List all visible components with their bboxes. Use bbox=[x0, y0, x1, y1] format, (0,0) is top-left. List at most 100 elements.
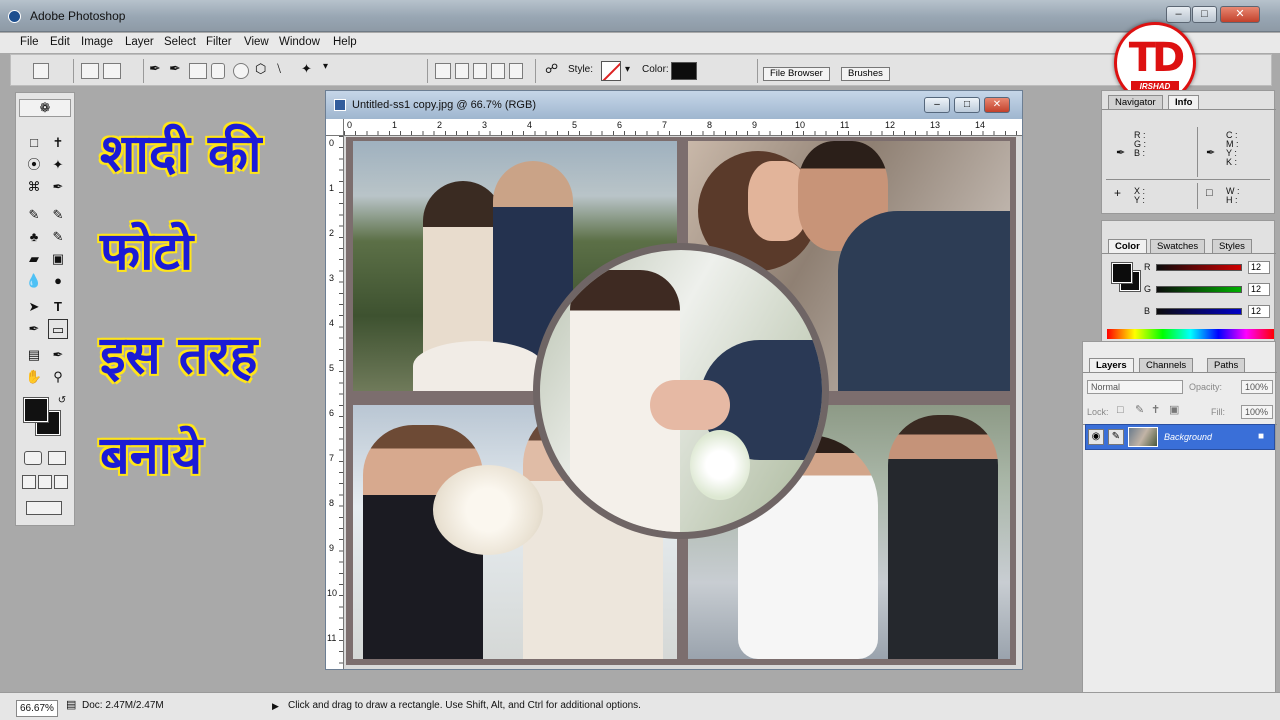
magic-wand-tool-icon[interactable]: ✦ bbox=[48, 155, 68, 175]
blend-mode-select[interactable]: Normal bbox=[1087, 380, 1183, 394]
color-value-b[interactable]: 12 bbox=[1248, 305, 1270, 318]
menu-select[interactable]: Select bbox=[164, 36, 196, 48]
opacity-field[interactable]: 100% bbox=[1241, 380, 1273, 394]
file-browser-tab[interactable]: File Browser bbox=[763, 67, 830, 81]
subtract-shape-mode-button[interactable] bbox=[473, 63, 487, 79]
menu-help[interactable]: Help bbox=[333, 36, 357, 48]
tab-color[interactable]: Color bbox=[1108, 239, 1147, 253]
ellipse-button[interactable] bbox=[233, 63, 249, 79]
color-value-g[interactable]: 12 bbox=[1248, 283, 1270, 296]
tab-info[interactable]: Info bbox=[1168, 95, 1200, 109]
standard-screen-mode-button[interactable] bbox=[22, 475, 36, 489]
eyedropper-tool-icon[interactable]: ✒ bbox=[48, 345, 68, 365]
lasso-tool-icon[interactable]: ⦿ bbox=[24, 155, 44, 175]
minimize-button[interactable]: – bbox=[1166, 6, 1191, 23]
fill-pixels-button[interactable] bbox=[125, 63, 137, 79]
full-screen-mode-button[interactable] bbox=[54, 475, 68, 489]
chevron-down-icon[interactable]: ▾ bbox=[323, 61, 328, 72]
tab-styles[interactable]: Styles bbox=[1212, 239, 1252, 253]
full-screen-menu-mode-button[interactable] bbox=[38, 475, 52, 489]
menu-view[interactable]: View bbox=[244, 36, 269, 48]
exclude-shape-mode-button[interactable] bbox=[509, 63, 523, 79]
rectangle-shape-button[interactable] bbox=[189, 63, 207, 79]
brush-icon[interactable]: ✎ bbox=[1108, 429, 1124, 445]
foreground-color-swatch[interactable] bbox=[23, 397, 49, 423]
shape-color-swatch[interactable] bbox=[671, 62, 697, 80]
status-menu-arrow-icon[interactable]: ▶ bbox=[272, 701, 279, 712]
layer-row-background[interactable]: ◉ ✎ Background ■ bbox=[1085, 424, 1275, 450]
color-value-r[interactable]: 12 bbox=[1248, 261, 1270, 274]
quick-mask-mode-button[interactable] bbox=[48, 451, 66, 465]
swap-colors-icon[interactable]: ↺ bbox=[52, 391, 72, 411]
fill-field[interactable]: 100% bbox=[1241, 405, 1273, 419]
doc-maximize-button[interactable]: □ bbox=[954, 97, 980, 113]
jump-to-imageready-button[interactable] bbox=[26, 501, 62, 515]
eye-icon[interactable]: ◉ bbox=[1088, 429, 1104, 445]
color-slider-g[interactable] bbox=[1156, 286, 1242, 293]
menu-edit[interactable]: Edit bbox=[50, 36, 70, 48]
new-layer-mode-button[interactable] bbox=[435, 63, 451, 79]
zoom-field[interactable]: 66.67% bbox=[16, 700, 58, 717]
color-slider-b[interactable] bbox=[1156, 308, 1242, 315]
notes-tool-icon[interactable]: ▤ bbox=[24, 345, 44, 365]
paths-button[interactable] bbox=[103, 63, 121, 79]
menu-window[interactable]: Window bbox=[279, 36, 320, 48]
brush-tool-icon[interactable]: ✎ bbox=[48, 205, 68, 225]
pen-tool-icon[interactable]: ✒ bbox=[149, 60, 161, 77]
line-icon[interactable]: ⧵ bbox=[277, 61, 281, 77]
intersect-shape-mode-button[interactable] bbox=[491, 63, 505, 79]
doc-size-readout[interactable]: Doc: 2.47M/2.47M bbox=[82, 700, 164, 711]
zoom-tool-icon[interactable]: ⚲ bbox=[48, 367, 68, 387]
close-button[interactable]: ✕ bbox=[1220, 6, 1260, 23]
lock-all-icon[interactable]: ▣ bbox=[1169, 405, 1179, 416]
tab-layers[interactable]: Layers bbox=[1089, 358, 1134, 372]
menu-image[interactable]: Image bbox=[81, 36, 113, 48]
chevron-down-icon[interactable]: ▾ bbox=[625, 64, 630, 75]
shape-layers-button[interactable] bbox=[81, 63, 99, 79]
adobe-online-icon[interactable]: ❁ bbox=[19, 99, 71, 117]
move-tool-icon[interactable]: ✝ bbox=[48, 133, 68, 153]
rounded-rect-button[interactable] bbox=[211, 63, 225, 79]
tool-preset-picker[interactable] bbox=[33, 63, 49, 79]
doc-minimize-button[interactable]: – bbox=[924, 97, 950, 113]
style-picker[interactable] bbox=[601, 61, 621, 81]
lock-image-icon[interactable]: ✎ bbox=[1135, 405, 1144, 416]
standard-mode-button[interactable] bbox=[24, 451, 42, 465]
healing-brush-tool-icon[interactable]: ✎ bbox=[24, 205, 44, 225]
hand-tool-icon[interactable]: ✋ bbox=[24, 367, 44, 387]
vertical-ruler[interactable]: 0 1 2 3 4 5 6 7 8 9 10 11 bbox=[326, 136, 344, 669]
path-selection-tool-icon[interactable]: ➤ bbox=[24, 297, 44, 317]
color-slider-r[interactable] bbox=[1156, 264, 1242, 271]
freeform-pen-icon[interactable]: ✒ bbox=[169, 60, 181, 77]
menu-layer[interactable]: Layer bbox=[125, 36, 154, 48]
rectangle-tool-icon[interactable]: ▭ bbox=[48, 319, 68, 339]
pen-tool-icon[interactable]: ✒ bbox=[24, 319, 44, 339]
tab-paths[interactable]: Paths bbox=[1207, 358, 1246, 372]
tab-channels[interactable]: Channels bbox=[1139, 358, 1194, 372]
lock-transparency-icon[interactable]: □ bbox=[1117, 405, 1124, 416]
gradient-tool-icon[interactable]: ▣ bbox=[48, 249, 68, 269]
color-spectrum-ramp[interactable] bbox=[1107, 329, 1274, 339]
marquee-tool-icon[interactable]: □ bbox=[24, 133, 44, 153]
document-canvas[interactable] bbox=[346, 137, 1016, 665]
menu-filter[interactable]: Filter bbox=[206, 36, 232, 48]
add-shape-mode-button[interactable] bbox=[455, 63, 469, 79]
horizontal-ruler[interactable]: 0 1 2 3 4 5 6 7 8 9 10 11 12 13 14 bbox=[344, 119, 1022, 136]
slice-tool-icon[interactable]: ✒ bbox=[48, 177, 68, 197]
blur-tool-icon[interactable]: 💧 bbox=[24, 271, 44, 291]
ruler-corner[interactable] bbox=[326, 119, 344, 136]
color-foreground-swatch[interactable] bbox=[1111, 262, 1133, 284]
tab-swatches[interactable]: Swatches bbox=[1150, 239, 1206, 253]
tab-navigator[interactable]: Navigator bbox=[1108, 95, 1163, 109]
maximize-button[interactable]: □ bbox=[1192, 6, 1217, 23]
lock-position-icon[interactable]: ✝ bbox=[1151, 405, 1160, 416]
doc-close-button[interactable]: ✕ bbox=[984, 97, 1010, 113]
brushes-tab[interactable]: Brushes bbox=[841, 67, 890, 81]
dodge-tool-icon[interactable]: ● bbox=[48, 271, 68, 291]
history-brush-tool-icon[interactable]: ✎ bbox=[48, 227, 68, 247]
crop-tool-icon[interactable]: ⌘ bbox=[24, 177, 44, 197]
clone-stamp-tool-icon[interactable]: ♣ bbox=[24, 227, 44, 247]
eraser-tool-icon[interactable]: ▰ bbox=[24, 249, 44, 269]
link-icon[interactable]: ☍ bbox=[545, 61, 558, 77]
polygon-icon[interactable]: ⬡ bbox=[255, 61, 266, 77]
